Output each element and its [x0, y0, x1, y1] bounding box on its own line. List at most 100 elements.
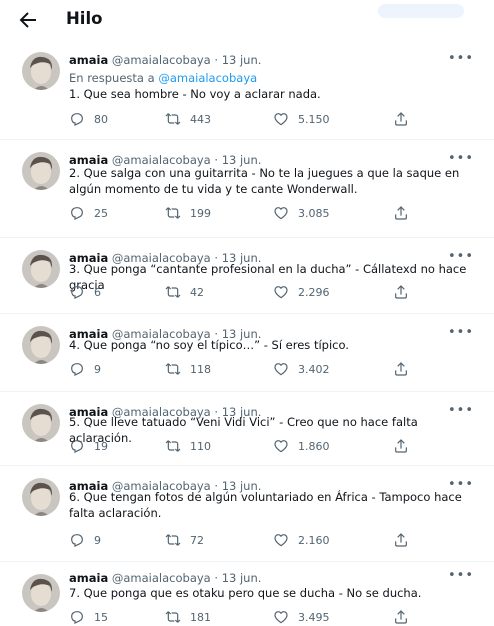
retweet-icon: [165, 534, 181, 546]
reply-icon: [71, 440, 83, 453]
share-icon: [395, 112, 407, 126]
heart-icon: [274, 534, 288, 547]
reply-button[interactable]: 19: [69, 437, 108, 455]
tweet-text: 4. Que ponga “no soy el típico…” - Sí er…: [69, 338, 349, 352]
retweet-icon: [165, 363, 181, 375]
reply-to-handle[interactable]: @amaialacobaya: [158, 71, 257, 85]
heart-icon: [274, 611, 288, 624]
author-handle[interactable]: @amaialacobaya: [112, 571, 211, 585]
author-name[interactable]: amaia: [69, 53, 108, 67]
tweet-actions: 19 110 1.860: [69, 437, 409, 455]
avatar[interactable]: [22, 404, 60, 442]
retweet-button[interactable]: 199: [165, 204, 211, 222]
retweet-count: 199: [190, 206, 211, 220]
retweet-count: 443: [190, 112, 211, 126]
reply-button[interactable]: 25: [69, 204, 108, 222]
retweet-button[interactable]: 181: [165, 608, 211, 626]
reply-icon: [71, 363, 83, 376]
tweet-6[interactable]: amaia @amaialacobaya · 13 jun. ••• 6. Qu…: [0, 466, 494, 562]
retweet-count: 110: [190, 439, 211, 453]
reply-count: 19: [94, 439, 108, 453]
more-options-icon[interactable]: •••: [448, 151, 474, 166]
reply-button[interactable]: 15: [69, 608, 108, 626]
tweet-meta: amaia @amaialacobaya · 13 jun.: [69, 53, 261, 67]
like-button[interactable]: 2.160: [273, 531, 330, 549]
reply-button[interactable]: 6: [69, 283, 101, 301]
avatar[interactable]: [22, 574, 60, 612]
author-handle[interactable]: @amaialacobaya: [112, 53, 211, 67]
reply-button[interactable]: 80: [69, 110, 108, 128]
reply-count: 15: [94, 610, 108, 624]
tweet-2[interactable]: amaia @amaialacobaya · 13 jun. ••• 2. Qu…: [0, 140, 494, 238]
like-button[interactable]: 1.860: [273, 437, 330, 455]
meta-separator: ·: [214, 53, 219, 67]
tweet-meta: amaia @amaialacobaya · 13 jun.: [69, 571, 261, 585]
share-button[interactable]: [393, 204, 409, 222]
tweet-actions: 80 443 5.150: [69, 110, 409, 128]
author-name[interactable]: amaia: [69, 571, 108, 585]
heart-icon: [274, 113, 288, 126]
like-count: 2.296: [298, 285, 330, 299]
reply-count: 9: [94, 533, 101, 547]
back-arrow-icon[interactable]: [16, 8, 40, 32]
share-icon: [395, 439, 407, 453]
heart-icon: [274, 207, 288, 220]
share-icon: [395, 533, 407, 547]
like-button[interactable]: 2.296: [273, 283, 330, 301]
share-icon: [395, 285, 407, 299]
retweet-count: 42: [190, 285, 204, 299]
tweet-4[interactable]: amaia @amaialacobaya · 13 jun. ••• 4. Qu…: [0, 314, 494, 392]
reply-button[interactable]: 9: [69, 360, 101, 378]
header-search-pill: [378, 4, 464, 18]
reply-count: 80: [94, 112, 108, 126]
like-count: 5.150: [298, 112, 330, 126]
tweet-3[interactable]: amaia @amaialacobaya · 13 jun. ••• 3. Qu…: [0, 238, 494, 314]
more-options-icon[interactable]: •••: [448, 568, 474, 583]
tweet-actions: 9 72 2.160: [69, 531, 409, 549]
thread-header: Hilo: [0, 0, 494, 40]
retweet-button[interactable]: 118: [165, 360, 211, 378]
like-count: 3.402: [298, 362, 330, 376]
share-button[interactable]: [393, 608, 409, 626]
tweet-1[interactable]: amaia @amaialacobaya · 13 jun. ••• En re…: [0, 40, 494, 140]
share-button[interactable]: [393, 283, 409, 301]
retweet-icon: [165, 611, 181, 623]
share-button[interactable]: [393, 110, 409, 128]
avatar[interactable]: [22, 250, 60, 288]
more-options-icon[interactable]: •••: [448, 51, 474, 66]
retweet-button[interactable]: 72: [165, 531, 204, 549]
avatar[interactable]: [22, 478, 60, 516]
like-button[interactable]: 5.150: [273, 110, 330, 128]
avatar[interactable]: [22, 326, 60, 364]
reply-button[interactable]: 9: [69, 531, 101, 549]
like-count: 3.085: [298, 206, 330, 220]
share-icon: [395, 206, 407, 220]
reply-icon: [71, 286, 83, 299]
retweet-button[interactable]: 110: [165, 437, 211, 455]
heart-icon: [274, 363, 288, 376]
avatar[interactable]: [22, 152, 60, 190]
like-button[interactable]: 3.402: [273, 360, 330, 378]
share-button[interactable]: [393, 360, 409, 378]
like-count: 1.860: [298, 439, 330, 453]
retweet-count: 181: [190, 610, 211, 624]
share-button[interactable]: [393, 531, 409, 549]
share-icon: [395, 610, 407, 624]
tweet-date[interactable]: 13 jun.: [222, 571, 262, 585]
heart-icon: [274, 440, 288, 453]
tweet-7[interactable]: amaia @amaialacobaya · 13 jun. ••• 7. Qu…: [0, 562, 494, 626]
page-title: Hilo: [66, 9, 103, 28]
like-button[interactable]: 3.085: [273, 204, 330, 222]
avatar[interactable]: [22, 52, 60, 90]
tweet-5[interactable]: amaia @amaialacobaya · 13 jun. ••• 5. Qu…: [0, 392, 494, 466]
tweet-date[interactable]: 13 jun.: [222, 53, 262, 67]
reply-count: 6: [94, 285, 101, 299]
meta-separator: ·: [214, 571, 219, 585]
retweet-button[interactable]: 42: [165, 283, 204, 301]
retweet-button[interactable]: 443: [165, 110, 211, 128]
like-count: 3.495: [298, 610, 330, 624]
share-button[interactable]: [393, 437, 409, 455]
tweet-text: 7. Que ponga que es otaku pero que se du…: [69, 586, 422, 600]
retweet-icon: [165, 207, 181, 219]
like-button[interactable]: 3.495: [273, 608, 330, 626]
